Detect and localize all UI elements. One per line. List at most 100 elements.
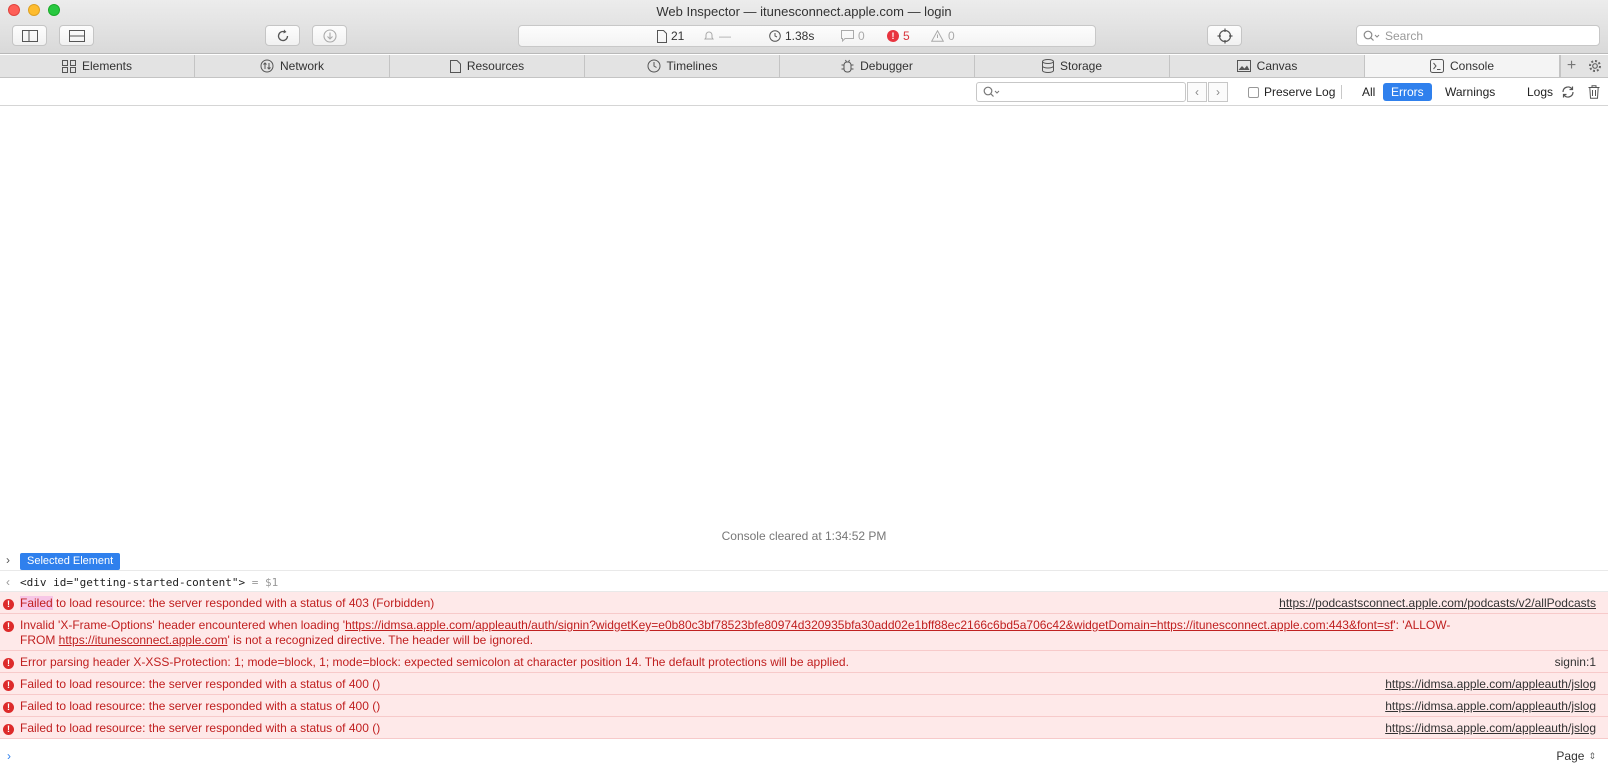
elements-icon: [61, 59, 76, 73]
prompt-chevron-icon: ›: [7, 749, 11, 763]
element-html[interactable]: <div id="getting-started-content">: [20, 576, 245, 589]
execution-context-selector[interactable]: Page ⇕: [1556, 749, 1596, 763]
console-icon: [1429, 59, 1444, 73]
reload-icon: [277, 29, 288, 41]
load-status: —: [703, 29, 731, 43]
filter-logs-button[interactable]: Logs: [1519, 83, 1561, 101]
dock-side-button[interactable]: [12, 25, 47, 46]
selected-element-row[interactable]: › Selected Element: [0, 551, 1608, 571]
crosshair-icon: [1217, 28, 1232, 43]
up-down-chevron-icon: ⇕: [1588, 750, 1596, 761]
preserve-log-checkbox[interactable]: [1248, 86, 1259, 98]
tab-resources[interactable]: Resources: [390, 55, 585, 77]
element-variable: = $1: [251, 576, 279, 589]
console-message-text: Failed to load resource: the server resp…: [20, 596, 435, 610]
resource-count[interactable]: 21: [657, 29, 684, 43]
error-icon: !: [3, 657, 14, 669]
resources-icon: [449, 59, 461, 73]
activity-viewer: 21 — 1.38s 0 ! 5 0: [518, 25, 1096, 47]
storage-icon: [1041, 59, 1054, 73]
chevron-right-icon: ›: [6, 553, 10, 567]
global-search-field[interactable]: Search: [1356, 25, 1600, 46]
tab-network[interactable]: Network: [195, 55, 390, 77]
message-source-link[interactable]: https://podcastsconnect.apple.com/podcas…: [1279, 596, 1596, 610]
refresh-icon: [1562, 86, 1574, 98]
tab-elements[interactable]: Elements: [0, 55, 195, 77]
console-message-row[interactable]: ! Failed to load resource: the server re…: [0, 592, 1608, 614]
error-icon: !: [887, 30, 899, 42]
filter-search-icon: [983, 86, 1000, 97]
tab-console[interactable]: Console: [1365, 55, 1560, 77]
console-message-text: Failed to load resource: the server resp…: [20, 699, 381, 713]
timelines-icon: [647, 59, 661, 73]
message-source-link[interactable]: https://idmsa.apple.com/appleauth/jslog: [1385, 699, 1596, 713]
tab-debugger[interactable]: Debugger: [780, 55, 975, 77]
dock-bottom-button[interactable]: [59, 25, 94, 46]
window-title: Web Inspector — itunesconnect.apple.com …: [656, 4, 952, 19]
element-result-row[interactable]: ‹ <div id="getting-started-content"> = $…: [0, 571, 1608, 592]
new-tab-button[interactable]: +: [1560, 55, 1582, 77]
download-icon: [322, 28, 337, 43]
console-message-row[interactable]: ! Failed to load resource: the server re…: [0, 673, 1608, 695]
next-match-button[interactable]: ›: [1208, 82, 1228, 102]
console-message-row[interactable]: ! Error parsing header X-XSS-Protection:…: [0, 651, 1608, 673]
filter-divider: [1341, 85, 1342, 99]
error-icon: !: [3, 620, 14, 632]
tab-bar: Elements Network Resources Timelines Deb…: [0, 55, 1608, 78]
reload-button[interactable]: [265, 25, 300, 46]
message-source-link[interactable]: https://idmsa.apple.com/appleauth/jslog: [1385, 677, 1596, 691]
console-filter-bar: ‹ › Preserve Log All Errors Warnings Log…: [0, 79, 1608, 106]
error-count[interactable]: ! 5: [887, 29, 910, 43]
canvas-icon: [1236, 60, 1251, 72]
dock-side-icon: [21, 29, 38, 42]
title-bar: Web Inspector — itunesconnect.apple.com …: [0, 0, 1608, 54]
inspect-element-button[interactable]: [1207, 25, 1242, 46]
plus-icon: +: [1566, 57, 1577, 74]
gear-icon: [1589, 60, 1601, 72]
console-message-text: Invalid 'X-Frame-Options' header encount…: [20, 618, 1451, 647]
console-message-text: Failed to load resource: the server resp…: [20, 677, 381, 691]
warning-count[interactable]: 0: [931, 29, 955, 43]
clear-console-button[interactable]: [1585, 83, 1603, 101]
bell-icon: [704, 31, 714, 40]
preserve-log-toggle[interactable]: Preserve Log: [1248, 85, 1335, 99]
filter-all-button[interactable]: All: [1354, 83, 1383, 101]
load-time[interactable]: 1.38s: [769, 29, 814, 43]
error-icon: !: [3, 598, 14, 610]
reload-console-button[interactable]: [1559, 83, 1577, 101]
document-icon: [657, 29, 667, 43]
result-arrow-icon: ‹: [6, 575, 10, 589]
download-archive-button[interactable]: [312, 25, 347, 46]
console-filter-input[interactable]: [976, 82, 1186, 102]
message-icon: [841, 30, 854, 42]
filter-errors-button[interactable]: Errors: [1383, 83, 1432, 101]
error-icon: !: [3, 723, 14, 735]
message-inline-link[interactable]: https://idmsa.apple.com/appleauth/auth/s…: [345, 618, 1393, 632]
log-count[interactable]: 0: [841, 29, 865, 43]
previous-match-button[interactable]: ‹: [1187, 82, 1207, 102]
message-source-link[interactable]: https://idmsa.apple.com/appleauth/jslog: [1385, 721, 1596, 735]
trash-icon: [1588, 85, 1600, 99]
tab-storage[interactable]: Storage: [975, 55, 1170, 77]
filter-warnings-button[interactable]: Warnings: [1437, 83, 1503, 101]
console-prompt[interactable]: › Page ⇕: [0, 744, 1608, 769]
dock-bottom-icon: [68, 29, 85, 42]
global-search-placeholder: Search: [1385, 28, 1424, 43]
console-message-text: Error parsing header X-XSS-Protection: 1…: [20, 655, 849, 669]
error-icon: !: [3, 679, 14, 691]
selected-element-badge: Selected Element: [20, 553, 121, 570]
console-message-text: Failed to load resource: the server resp…: [20, 721, 381, 735]
tab-timelines[interactable]: Timelines: [585, 55, 780, 77]
console-message-row[interactable]: ! Failed to load resource: the server re…: [0, 695, 1608, 717]
warning-icon: [931, 30, 944, 42]
settings-button[interactable]: [1584, 55, 1606, 77]
error-icon: !: [3, 701, 14, 713]
console-message-row[interactable]: ! Invalid 'X-Frame-Options' header encou…: [0, 614, 1608, 651]
message-inline-link[interactable]: https://itunesconnect.apple.com: [59, 633, 228, 647]
message-source-link[interactable]: signin:1: [1555, 655, 1596, 669]
console-cleared-message: Console cleared at 1:34:52 PM: [721, 529, 887, 543]
network-icon: [260, 59, 274, 73]
console-message-row[interactable]: ! Failed to load resource: the server re…: [0, 717, 1608, 739]
tab-canvas[interactable]: Canvas: [1170, 55, 1365, 77]
debugger-icon: [841, 59, 854, 73]
